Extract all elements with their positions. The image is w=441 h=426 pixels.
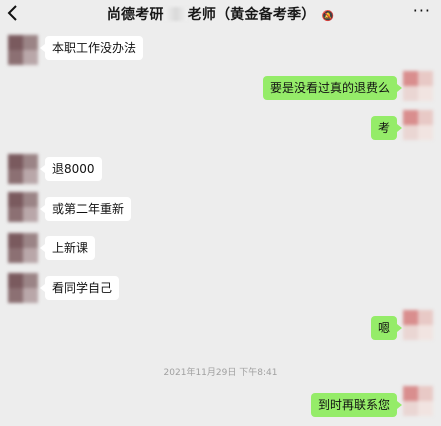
avatar[interactable] — [403, 386, 433, 416]
avatar[interactable] — [8, 192, 38, 222]
message-bubble[interactable]: 上新课 — [39, 236, 96, 260]
message-bubble[interactable]: 本职工作没办法 — [39, 36, 144, 60]
avatar[interactable] — [8, 273, 38, 303]
redacted-name — [164, 7, 187, 21]
message-bubble[interactable]: 到时再联系您 — [310, 393, 403, 417]
chat-title-part1: 尚德考研 — [106, 7, 164, 23]
message-bubble[interactable]: 要是没看过真的退费么 — [262, 76, 403, 100]
chat-title: 尚德考研 老师（黄金备考季） 🔕 — [0, 4, 441, 24]
mute-bell-icon: 🔕 — [321, 11, 335, 22]
avatar[interactable] — [8, 35, 38, 65]
avatar[interactable] — [8, 233, 38, 263]
chat-header: 尚德考研 老师（黄金备考季） 🔕 ··· — [0, 0, 441, 28]
avatar[interactable] — [403, 110, 433, 140]
message-bubble[interactable]: 考 — [370, 116, 403, 140]
message-timestamp: 2021年11月29日 下午8:41 — [163, 368, 278, 378]
avatar[interactable] — [403, 310, 433, 340]
message-bubble[interactable]: 退8000 — [40, 157, 102, 181]
message-bubble[interactable]: 或第二年重新 — [39, 197, 132, 221]
more-options-icon[interactable]: ··· — [413, 1, 431, 20]
message-bubble[interactable]: 看同学自己 — [39, 276, 120, 300]
avatar[interactable] — [403, 71, 433, 101]
avatar[interactable] — [8, 154, 38, 184]
chat-title-part2: 老师（黄金备考季） — [187, 7, 316, 23]
message-bubble[interactable]: 嗯 — [370, 316, 403, 340]
